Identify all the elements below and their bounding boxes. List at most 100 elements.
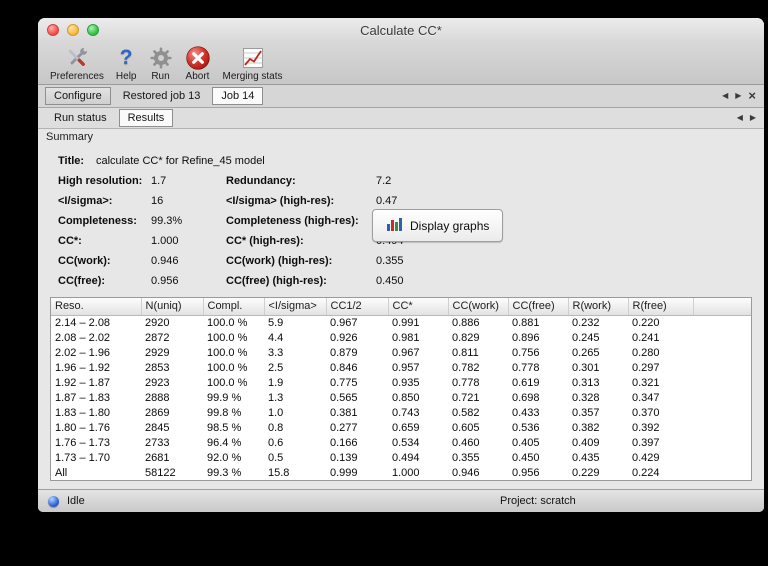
column-header-rfree[interactable]: R(free) xyxy=(628,298,694,316)
table-cell: 5.9 xyxy=(268,317,284,329)
results-table-grid: Reso. N(uniq) Compl. <I/sigma> CC1/2 CC*… xyxy=(51,298,751,481)
table-row[interactable]: 1.92 – 1.87 2923 100.0 % 1.9 0.775 0.935 0.778… xyxy=(51,376,751,391)
toolbar-button-run[interactable]: Run xyxy=(143,43,179,84)
table-cell: 0.811 xyxy=(452,347,479,359)
table-cell: All xyxy=(55,467,68,479)
table-cell: 100.0 % xyxy=(207,347,248,359)
table-cell: 0.370 xyxy=(632,407,660,419)
toolbar-button-abort[interactable]: Abort xyxy=(179,43,217,84)
minimize-button[interactable] xyxy=(67,24,79,36)
table-cell: 0.166 xyxy=(330,437,358,449)
table-cell: 0.896 xyxy=(512,332,540,344)
column-header-compl[interactable]: Compl. xyxy=(203,298,265,316)
table-cell: 1.000 xyxy=(392,467,420,479)
summary-value: 0.47 xyxy=(376,195,398,207)
table-row[interactable]: 1.76 – 1.73 2733 96.4 % 0.6 0.166 0.534 0.460 0… xyxy=(51,436,751,451)
table-cell: 3.3 xyxy=(268,347,284,359)
subtab-label: Run status xyxy=(54,112,107,124)
close-button[interactable] xyxy=(47,24,59,36)
table-row[interactable]: 2.14 – 2.08 2920 100.0 % 5.9 0.967 0.991 0.886… xyxy=(51,315,751,331)
table-cell: 0.357 xyxy=(572,407,600,419)
desktop-background: Calculate CC* Preferences ? Help Run Abo… xyxy=(0,0,768,566)
summary-label: CC(work): xyxy=(58,255,111,267)
toolbar-button-label: Abort xyxy=(185,71,210,82)
table-cell: 0.232 xyxy=(572,317,600,329)
table-row[interactable]: 2.08 – 2.02 2872 100.0 % 4.4 0.926 0.981 0.829… xyxy=(51,331,751,346)
toolbar: Preferences ? Help Run Abort Merging sta… xyxy=(38,42,764,85)
summary-label: CC(free): xyxy=(58,275,106,287)
table-cell: 0.534 xyxy=(392,437,420,449)
column-header-isigma[interactable]: <I/sigma> xyxy=(264,298,327,316)
table-cell: 0.433 xyxy=(512,407,540,419)
table-row[interactable]: 2.02 – 1.96 2929 100.0 % 3.3 0.879 0.967 0.811… xyxy=(51,346,751,361)
table-cell: 1.80 – 1.76 xyxy=(55,422,111,434)
summary-label: CC*: xyxy=(58,235,82,247)
table-cell: 0.967 xyxy=(330,317,358,329)
toolbar-button-preferences[interactable]: Preferences xyxy=(44,43,110,84)
tab-close-button[interactable]: × xyxy=(748,89,756,102)
tab-scroll-right-button[interactable]: ▶ xyxy=(735,91,741,101)
table-cell: 0.957 xyxy=(392,362,420,374)
column-header-nuniq[interactable]: N(uniq) xyxy=(141,298,204,316)
table-cell: 0.619 xyxy=(512,377,540,389)
subtab-results[interactable]: Results xyxy=(118,109,174,127)
toolbar-button-merging-stats[interactable]: Merging stats xyxy=(217,43,289,84)
table-cell: 2869 xyxy=(145,407,170,419)
column-header-ccfree[interactable]: CC(free) xyxy=(508,298,569,316)
toolbar-button-help[interactable]: ? Help xyxy=(110,43,143,84)
table-cell: 0.301 xyxy=(572,362,600,374)
subtab-scroll-right-button[interactable]: ▶ xyxy=(750,113,756,123)
table-cell: 0.605 xyxy=(452,422,480,434)
tab-label: Configure xyxy=(54,90,102,102)
table-cell: 0.297 xyxy=(632,362,660,374)
table-cell: 4.4 xyxy=(268,332,284,344)
table-row[interactable]: 1.83 – 1.80 2869 99.8 % 1.0 0.381 0.743 0.582 0… xyxy=(51,406,751,421)
column-header-ccwork[interactable]: CC(work) xyxy=(448,298,509,316)
title-bar[interactable]: Calculate CC* xyxy=(38,18,764,42)
table-cell: 0.245 xyxy=(572,332,600,344)
table-cell: 1.0 xyxy=(268,407,284,419)
table-row[interactable]: 1.73 – 1.70 2681 92.0 % 0.5 0.139 0.494 0.355 0… xyxy=(51,451,751,466)
table-cell: 99.9 % xyxy=(207,392,242,404)
zoom-button[interactable] xyxy=(87,24,99,36)
summary-label: Completeness (high-res): xyxy=(226,215,359,227)
table-cell xyxy=(693,436,751,451)
column-header-rwork[interactable]: R(work) xyxy=(568,298,629,316)
table-cell: 2845 xyxy=(145,422,170,434)
subtab-run-status[interactable]: Run status xyxy=(45,109,116,127)
column-header-reso[interactable]: Reso. xyxy=(51,298,142,316)
table-cell: 0.265 xyxy=(572,347,600,359)
tab-configure[interactable]: Configure xyxy=(45,87,111,105)
table-cell: 2920 xyxy=(145,317,170,329)
table-cell: 0.405 xyxy=(512,437,540,449)
abort-icon xyxy=(185,44,211,71)
table-row[interactable]: 1.96 – 1.92 2853 100.0 % 2.5 0.846 0.957 0.782… xyxy=(51,361,751,376)
display-graphs-button[interactable]: Display graphs xyxy=(372,209,504,242)
table-cell: 0.846 xyxy=(330,362,358,374)
tab-restored-job-13[interactable]: Restored job 13 xyxy=(114,87,210,105)
subtab-scroll-left-button[interactable]: ◀ xyxy=(737,113,743,123)
window-title: Calculate CC* xyxy=(360,22,442,38)
column-header-filler xyxy=(693,298,751,316)
results-table[interactable]: Reso. N(uniq) Compl. <I/sigma> CC1/2 CC*… xyxy=(50,297,752,481)
table-cell: 98.5 % xyxy=(207,422,242,434)
help-icon: ? xyxy=(119,46,133,69)
summary-label: Redundancy: xyxy=(226,175,296,187)
table-cell: 1.3 xyxy=(268,392,284,404)
table-cell: 2733 xyxy=(145,437,170,449)
tab-scroll-left-button[interactable]: ◀ xyxy=(722,91,728,101)
column-header-ccstar[interactable]: CC* xyxy=(388,298,449,316)
column-header-cchalf[interactable]: CC1/2 xyxy=(326,298,389,316)
table-cell: 0.429 xyxy=(632,452,660,464)
table-cell: 0.886 xyxy=(452,317,480,329)
table-header-row: Reso. N(uniq) Compl. <I/sigma> CC1/2 CC*… xyxy=(51,298,751,316)
table-row[interactable]: 1.80 – 1.76 2845 98.5 % 0.8 0.277 0.659 0.605 0… xyxy=(51,421,751,436)
subtab-controls: ◀ ▶ xyxy=(737,113,756,123)
table-row[interactable]: All 58122 99.3 % 15.8 0.999 1.000 0.946 0.956 0.… xyxy=(51,466,751,481)
section-header: Summary xyxy=(38,129,764,145)
table-cell xyxy=(693,451,751,466)
tab-job-14[interactable]: Job 14 xyxy=(212,87,264,105)
table-cell: 15.8 xyxy=(268,467,290,479)
table-row[interactable]: 1.87 – 1.83 2888 99.9 % 1.3 0.565 0.850 0.721 0… xyxy=(51,391,751,406)
table-cell: 2.5 xyxy=(268,362,284,374)
